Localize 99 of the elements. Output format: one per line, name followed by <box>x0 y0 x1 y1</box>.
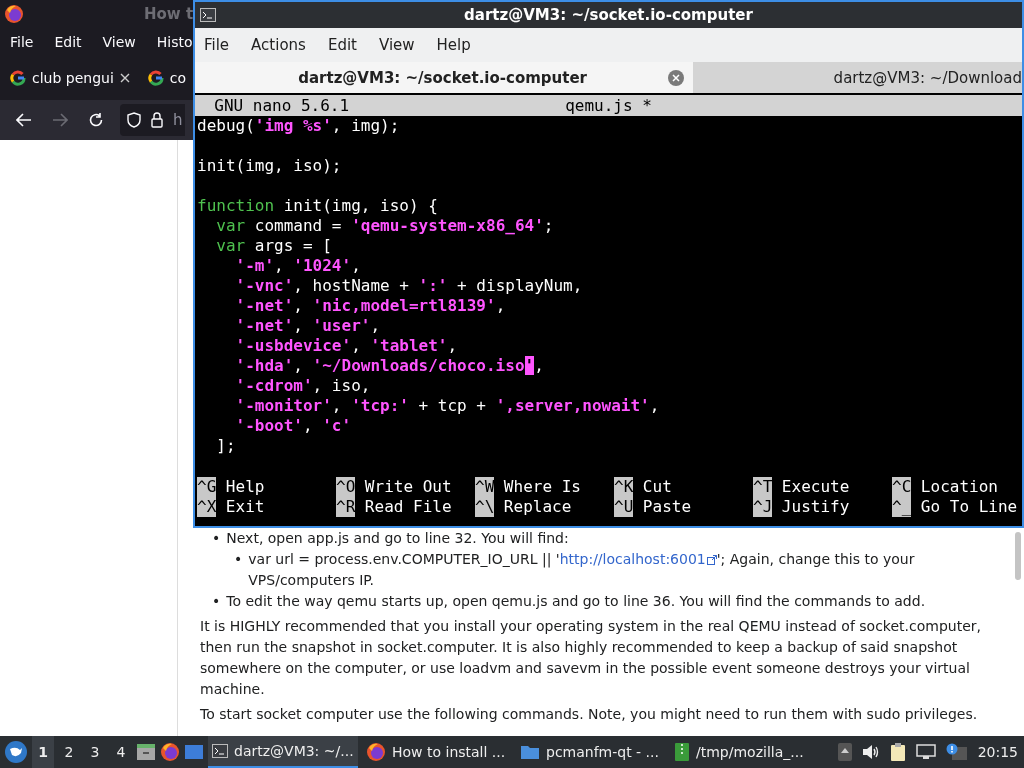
menu-item[interactable]: Edit <box>54 33 82 50</box>
g-icon <box>10 69 26 86</box>
code-line: '-m', '1024', <box>235 256 361 276</box>
code-line: '-hda', '~/Downloads/choco.iso', <box>235 356 544 376</box>
shortcut-key: ^X <box>197 497 217 517</box>
shortcut-key: ^\ <box>475 497 495 517</box>
menu-item[interactable]: Histo <box>156 33 193 50</box>
workspace-button[interactable]: 3 <box>84 736 106 768</box>
scrollbar-thumb[interactable] <box>1015 532 1021 580</box>
code-line: '-boot', 'c' <box>235 416 352 436</box>
shortcut-key: ^U <box>614 497 634 517</box>
workspace-button[interactable]: 1 <box>32 736 54 768</box>
shortcut-label: Read File <box>364 497 452 517</box>
browser-tab[interactable]: co <box>145 65 189 90</box>
menu-item[interactable]: Help <box>436 36 471 54</box>
shortcut-label: Cut <box>642 477 672 497</box>
notification-icon[interactable] <box>945 743 968 761</box>
external-link[interactable]: http://localhost:6001 <box>559 549 717 570</box>
terminal-tab[interactable]: dartz@VM3: ~/socket.io-computer <box>195 62 693 93</box>
menu-item[interactable]: View <box>102 33 136 50</box>
terminal-icon <box>200 8 216 22</box>
clipboard-icon[interactable] <box>889 742 906 762</box>
menu-item[interactable]: Actions <box>251 36 306 54</box>
archive-icon <box>674 742 690 762</box>
workspace-button[interactable]: 2 <box>58 736 80 768</box>
shortcut-label: Paste <box>642 497 692 517</box>
shortcut-label: Justify <box>781 497 850 517</box>
desktop-icon[interactable] <box>184 743 204 761</box>
forward-arrow-icon[interactable] <box>52 113 68 127</box>
volume-icon[interactable] <box>861 744 880 760</box>
code-line: var command = 'qemu-system-x86_64'; <box>216 216 554 236</box>
shortcut-key: ^W <box>475 477 495 497</box>
workspace-button[interactable]: 4 <box>110 736 132 768</box>
code-line: var args = [ <box>216 236 332 256</box>
shortcut-label: Go To Line <box>920 497 1018 517</box>
close-icon[interactable] <box>119 72 130 83</box>
code-line: debug('img %s', img); <box>197 116 400 136</box>
taskbar-button[interactable]: How to install ... <box>362 736 512 768</box>
code-line: '-net', 'nic,model=rtl8139', <box>235 296 506 316</box>
code-line: '-monitor', 'tcp:' + tcp + ',server,nowait', <box>235 396 660 416</box>
code-line: '-usbdevice', 'tablet', <box>235 336 458 356</box>
shortcut-key: ^K <box>614 477 634 497</box>
shortcut-label: Execute <box>781 477 850 497</box>
shortcut-label: Help <box>225 477 265 497</box>
menu-item[interactable]: File <box>10 33 34 50</box>
file-drawer-icon[interactable] <box>136 742 156 762</box>
menu-item[interactable]: Edit <box>327 36 357 54</box>
shortcut-label: Where Is <box>503 477 581 497</box>
file-name: qemu.js * <box>565 96 652 115</box>
code-line: function init(img, iso) { <box>197 196 438 216</box>
bullet: • <box>212 592 221 611</box>
shortcut-key: ^C <box>892 477 912 497</box>
shortcut-label: Replace <box>503 497 572 517</box>
paragraph: It is HIGHLY recommended that you install your operating system in the real QEMU instead of socket.computer, then run the snapshot in socket.computer. It is also highly recommended to keep a backup of said snapshot somewhere on the computer, or use loadvm and savevm in the possible event someone destroys your virtual machine. <box>200 617 982 699</box>
code-line: ]; <box>216 436 236 456</box>
window-title: How t <box>144 5 194 23</box>
menu-item[interactable]: File <box>204 36 230 54</box>
reload-icon[interactable] <box>88 112 104 128</box>
start-icon[interactable] <box>4 740 28 764</box>
code-line: '-vnc', hostName + ':' + displayNum, <box>235 276 583 296</box>
shortcut-key: ^_ <box>892 497 912 517</box>
external-link-icon <box>706 554 717 565</box>
browser-logo-icon[interactable] <box>4 4 24 24</box>
lock-icon <box>151 112 163 128</box>
g-icon <box>147 69 164 86</box>
shortcut-key: ^R <box>336 497 356 517</box>
shortcut-key: ^J <box>753 497 773 517</box>
paragraph: To start socket computer use the following commands. Note, you might need to run them with sudo privileges. <box>200 705 979 724</box>
bullet: • <box>212 529 221 548</box>
browser-tab[interactable]: club pengui <box>8 65 132 90</box>
shortcut-key: ^O <box>336 477 356 497</box>
window-title: dartz@VM3: ~/socket.io-computer <box>463 6 754 24</box>
back-arrow-icon[interactable] <box>16 113 32 127</box>
network-icon[interactable] <box>915 744 936 760</box>
code-line: '-cdrom', iso, <box>235 376 371 396</box>
editor-version: GNU nano 5.6.1 <box>213 96 350 115</box>
list-item-text: Next, open app.js and go to line 32. You will find: <box>226 529 569 548</box>
shortcut-key: ^T <box>753 477 773 497</box>
terminal-icon <box>212 744 228 758</box>
code-line: '-net', 'user', <box>235 316 381 336</box>
clock[interactable]: 20:15 <box>977 744 1018 760</box>
shortcut-key: ^G <box>197 477 217 497</box>
address-field[interactable]: h <box>120 104 185 136</box>
menu-item[interactable]: View <box>378 36 415 54</box>
code-line: init(img, iso); <box>197 156 342 176</box>
browser-launcher-icon[interactable] <box>160 742 180 762</box>
list-item-text: To edit the way qemu starts up, open qemu.js and go to line 36. You will find the commands to add. <box>226 592 926 611</box>
taskbar-button[interactable]: /tmp/mozilla_... <box>670 736 820 768</box>
taskbar-button[interactable]: pcmanfm-qt - ... <box>516 736 666 768</box>
list-item-text: var url = process.env.COMPUTER_IO_URL || 'http://localhost:6001 '; Again, change this to your VPS/computers IP. <box>248 549 916 590</box>
folder-icon <box>520 744 540 760</box>
shortcut-label: Location <box>920 477 998 497</box>
shield-icon[interactable] <box>127 112 141 128</box>
arrow-up-icon[interactable] <box>837 743 852 761</box>
shortcut-label: Write Out <box>364 477 452 497</box>
taskbar-button[interactable]: dartz@VM3: ~/... <box>208 736 358 768</box>
browser-icon[interactable] <box>366 742 386 762</box>
shortcut-label: Exit <box>225 497 265 517</box>
bullet: • <box>234 550 243 569</box>
